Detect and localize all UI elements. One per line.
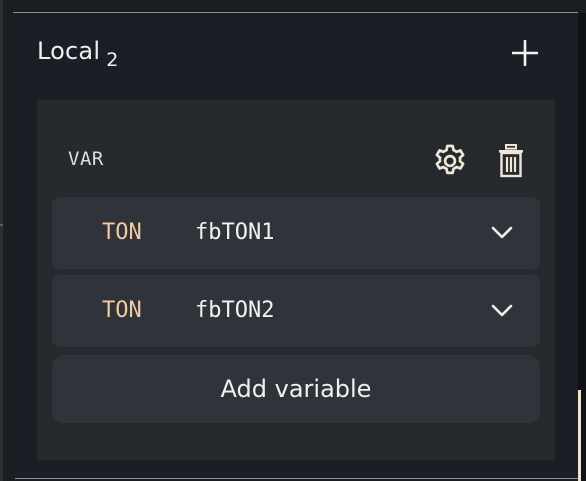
add-variable-button[interactable]: Add variable [52,355,540,423]
add-section-button[interactable] [508,36,542,70]
variable-row[interactable]: TON fbTON1 [52,197,540,269]
chevron-down-icon [491,304,513,317]
trash-icon [499,144,523,178]
expand-row-button[interactable] [487,221,517,245]
variable-name: fbTON2 [195,298,275,323]
panel-bottom-divider [15,478,580,479]
block-delete-button[interactable] [492,141,530,181]
plus-icon [512,40,538,66]
expand-row-button[interactable] [487,299,517,323]
left-edge [0,0,3,481]
var-block-label: VAR [68,148,104,170]
variable-name: fbTON1 [195,220,275,245]
section-title-text: Local [37,37,101,65]
panel-top-divider [13,12,578,13]
section-title: Local 2 [37,36,119,71]
variable-row[interactable]: TON fbTON2 [52,275,540,347]
left-edge-marker [0,224,3,226]
variable-type: TON [102,298,142,323]
chevron-down-icon [491,226,513,239]
gear-icon [435,144,465,175]
block-settings-button[interactable] [430,141,470,181]
right-accent-bar [578,390,581,481]
variable-type: TON [102,220,142,245]
section-count: 2 [106,49,119,71]
